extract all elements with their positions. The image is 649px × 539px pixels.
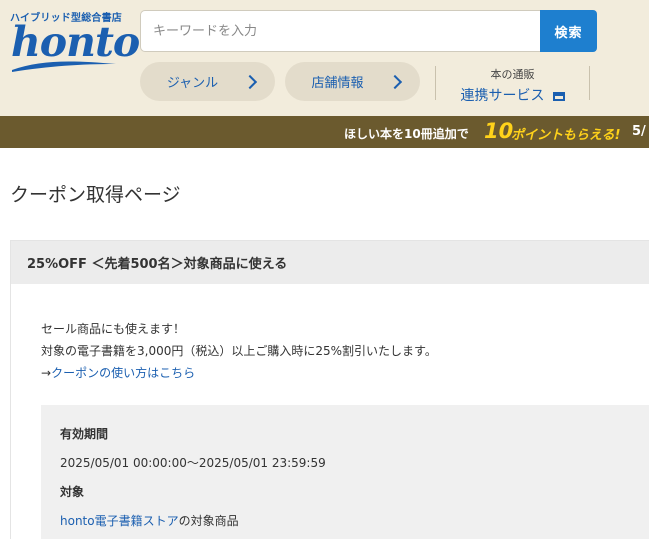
service-line1: 本の通販 [490, 68, 535, 81]
coupon-line1: セール商品にも使えます！ [41, 322, 186, 336]
promo-banner[interactable]: ほしい本を10冊追加で 10 ポイントもらえる! 5/ [0, 116, 649, 148]
page-title: クーポン取得ページ [10, 184, 181, 206]
coupon-title: 25%OFF ＜先着500名＞対象商品に使える [11, 241, 649, 284]
target-value: honto電子書籍ストアの対象商品 [60, 512, 239, 529]
coupon-panel: 25%OFF ＜先着500名＞対象商品に使える セール商品にも使えます！ 対象の… [10, 240, 649, 539]
chevron-right-icon [242, 74, 258, 89]
howto-arrow: → [41, 366, 52, 380]
howto-link[interactable]: クーポンの使い方はこちら [51, 366, 195, 380]
validity-value: 2025/05/01 00:00:00〜2025/05/01 23:59:59 [60, 456, 326, 470]
header-divider [589, 66, 590, 100]
window-icon [552, 91, 565, 101]
validity-label: 有効期間 [60, 427, 109, 441]
target-suffix: の対象商品 [178, 514, 239, 528]
linked-service-link[interactable]: 本の通販 連携サービス [445, 66, 580, 105]
search-input[interactable] [140, 10, 542, 52]
search-button[interactable]: 検索 [540, 10, 597, 52]
promo-highlight: ポイントもらえる! [511, 128, 621, 143]
promo-trailing: 5/ [632, 124, 646, 139]
promo-number: 10 [484, 119, 514, 143]
genre-button[interactable]: ジャンル [140, 62, 275, 101]
service-label: 連携サービス [460, 88, 545, 104]
site-header: ハイブリッド型総合書店 honto 検索 ジャンル 店舗情報 本の通販 連携サー… [0, 0, 649, 116]
howto-row: →クーポンの使い方はこちら [41, 362, 437, 384]
chevron-right-icon [387, 74, 403, 89]
ebook-store-link[interactable]: honto電子書籍ストア [60, 514, 179, 528]
store-info-button[interactable]: 店舗情報 [285, 62, 420, 101]
coupon-line2: 対象の電子書籍を3,000円（税込）以上ご購入時に25%割引いたします。 [41, 344, 437, 358]
target-label: 対象 [60, 485, 85, 499]
genre-label: ジャンル [166, 76, 219, 91]
logo-swoosh-icon [12, 61, 116, 72]
coupon-description: セール商品にも使えます！ 対象の電子書籍を3,000円（税込）以上ご購入時に25… [41, 318, 437, 384]
promo-text: ほしい本を10冊追加で [344, 127, 469, 141]
service-line2: 連携サービス [461, 85, 565, 105]
header-divider [435, 66, 436, 100]
coupon-info-box: 有効期間 2025/05/01 00:00:00〜2025/05/01 23:5… [41, 405, 649, 539]
store-info-label: 店舗情報 [311, 76, 364, 91]
